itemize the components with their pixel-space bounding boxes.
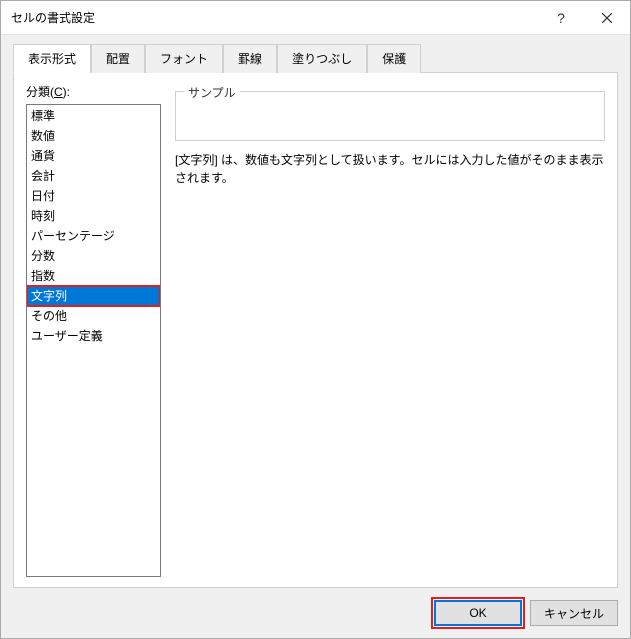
category-column: 分類(C): 標準 数値 通貨 会計 日付 時刻 パーセンテージ 分数 指数 文… [26, 83, 161, 577]
cancel-button[interactable]: キャンセル [530, 600, 618, 626]
close-icon [602, 13, 612, 23]
tab-border[interactable]: 罫線 [223, 44, 277, 73]
titlebar: セルの書式設定 ? [1, 1, 630, 35]
list-item[interactable]: 時刻 [27, 206, 160, 226]
category-label: 分類(C): [26, 83, 161, 100]
sample-legend: サンプル [184, 84, 240, 101]
tab-fill[interactable]: 塗りつぶし [277, 44, 367, 73]
sample-group: サンプル [175, 91, 605, 141]
tab-alignment[interactable]: 配置 [91, 44, 145, 73]
detail-column: サンプル [文字列] は、数値も文字列として扱います。セルには入力した値がそのま… [175, 83, 605, 577]
list-item[interactable]: 分数 [27, 246, 160, 266]
tab-strip: 表示形式 配置 フォント 罫線 塗りつぶし 保護 [13, 43, 618, 72]
category-listbox[interactable]: 標準 数値 通貨 会計 日付 時刻 パーセンテージ 分数 指数 文字列 その他 … [26, 104, 161, 577]
dialog-window: セルの書式設定 ? 表示形式 配置 フォント 罫線 塗りつぶし 保護 分類(C)… [0, 0, 631, 639]
content-area: 表示形式 配置 フォント 罫線 塗りつぶし 保護 分類(C): 標準 数値 通貨… [1, 35, 630, 588]
tab-panel-number-format: 分類(C): 標準 数値 通貨 会計 日付 時刻 パーセンテージ 分数 指数 文… [13, 72, 618, 588]
help-button[interactable]: ? [538, 1, 584, 35]
list-item[interactable]: その他 [27, 306, 160, 326]
tab-font[interactable]: フォント [145, 44, 223, 73]
list-item[interactable]: パーセンテージ [27, 226, 160, 246]
list-item[interactable]: ユーザー定義 [27, 326, 160, 346]
ok-button[interactable]: OK [434, 600, 522, 626]
list-item[interactable]: 標準 [27, 106, 160, 126]
list-item[interactable]: 通貨 [27, 146, 160, 166]
list-item[interactable]: 日付 [27, 186, 160, 206]
panel-body: 分類(C): 標準 数値 通貨 会計 日付 時刻 パーセンテージ 分数 指数 文… [26, 83, 605, 577]
format-description: [文字列] は、数値も文字列として扱います。セルには入力した値がそのまま表示され… [175, 151, 605, 187]
close-button[interactable] [584, 1, 630, 35]
list-item[interactable]: 指数 [27, 266, 160, 286]
tab-number-format[interactable]: 表示形式 [13, 44, 91, 73]
dialog-footer: OK キャンセル [1, 588, 630, 638]
list-item[interactable]: 数値 [27, 126, 160, 146]
list-item[interactable]: 会計 [27, 166, 160, 186]
tab-protection[interactable]: 保護 [367, 44, 421, 73]
window-title: セルの書式設定 [11, 9, 538, 26]
list-item-selected[interactable]: 文字列 [27, 286, 160, 306]
